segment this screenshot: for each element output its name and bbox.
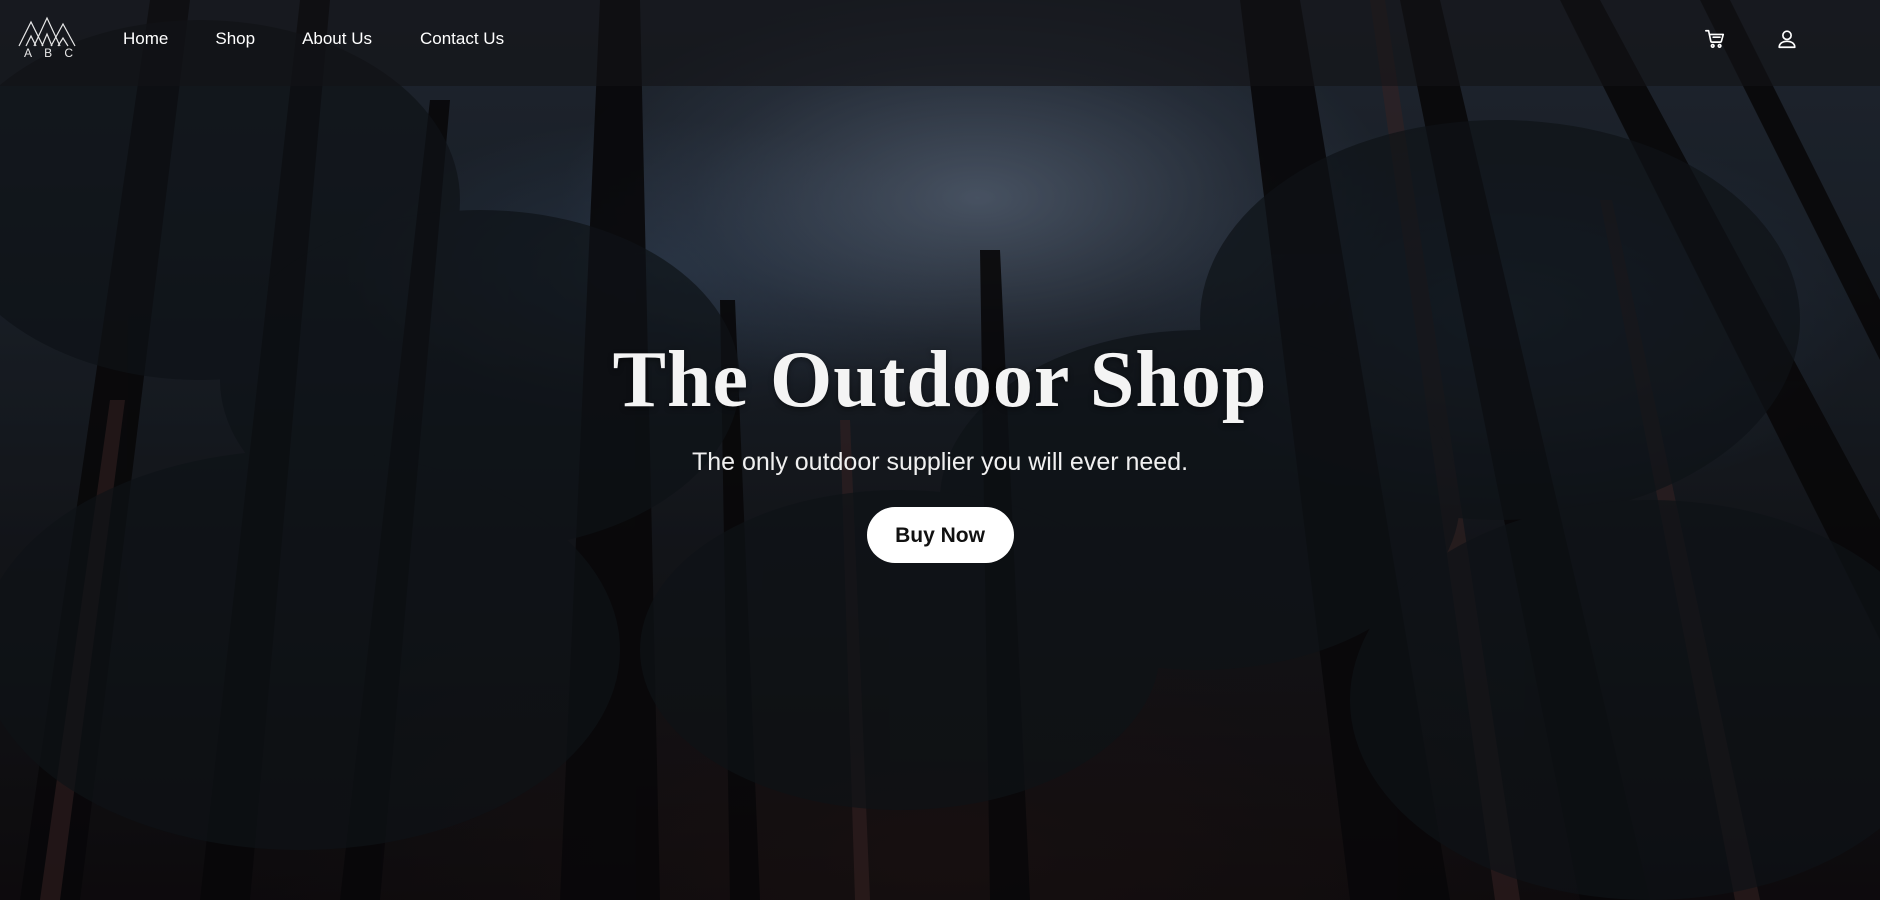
top-navigation-bar: A B C Home Shop About Us Contact Us bbox=[0, 0, 1880, 86]
header-actions bbox=[1700, 26, 1880, 54]
nav-about-link[interactable]: About Us bbox=[302, 29, 372, 49]
logo-letter: A bbox=[24, 46, 34, 60]
hero-content: The Outdoor Shop The only outdoor suppli… bbox=[0, 330, 1880, 563]
nav-contact-link[interactable]: Contact Us bbox=[420, 29, 504, 49]
page: A B C Home Shop About Us Contact Us The … bbox=[0, 0, 1880, 900]
cart-icon[interactable] bbox=[1704, 28, 1726, 50]
user-icon[interactable] bbox=[1776, 28, 1798, 50]
nav-home-link[interactable]: Home bbox=[123, 29, 168, 49]
logo-letters: A B C bbox=[24, 46, 74, 60]
logo[interactable]: A B C bbox=[18, 14, 76, 62]
buy-now-button[interactable]: Buy Now bbox=[866, 507, 1014, 563]
nav-shop-link[interactable]: Shop bbox=[215, 29, 255, 49]
hero-title: The Outdoor Shop bbox=[612, 336, 1268, 424]
mountains-logo-icon bbox=[18, 16, 76, 47]
main-nav: Home Shop About Us Contact Us bbox=[123, 29, 552, 49]
logo-letter: C bbox=[64, 46, 74, 60]
hero-subtitle: The only outdoor supplier you will ever … bbox=[691, 448, 1189, 476]
logo-letter: B bbox=[44, 46, 54, 60]
